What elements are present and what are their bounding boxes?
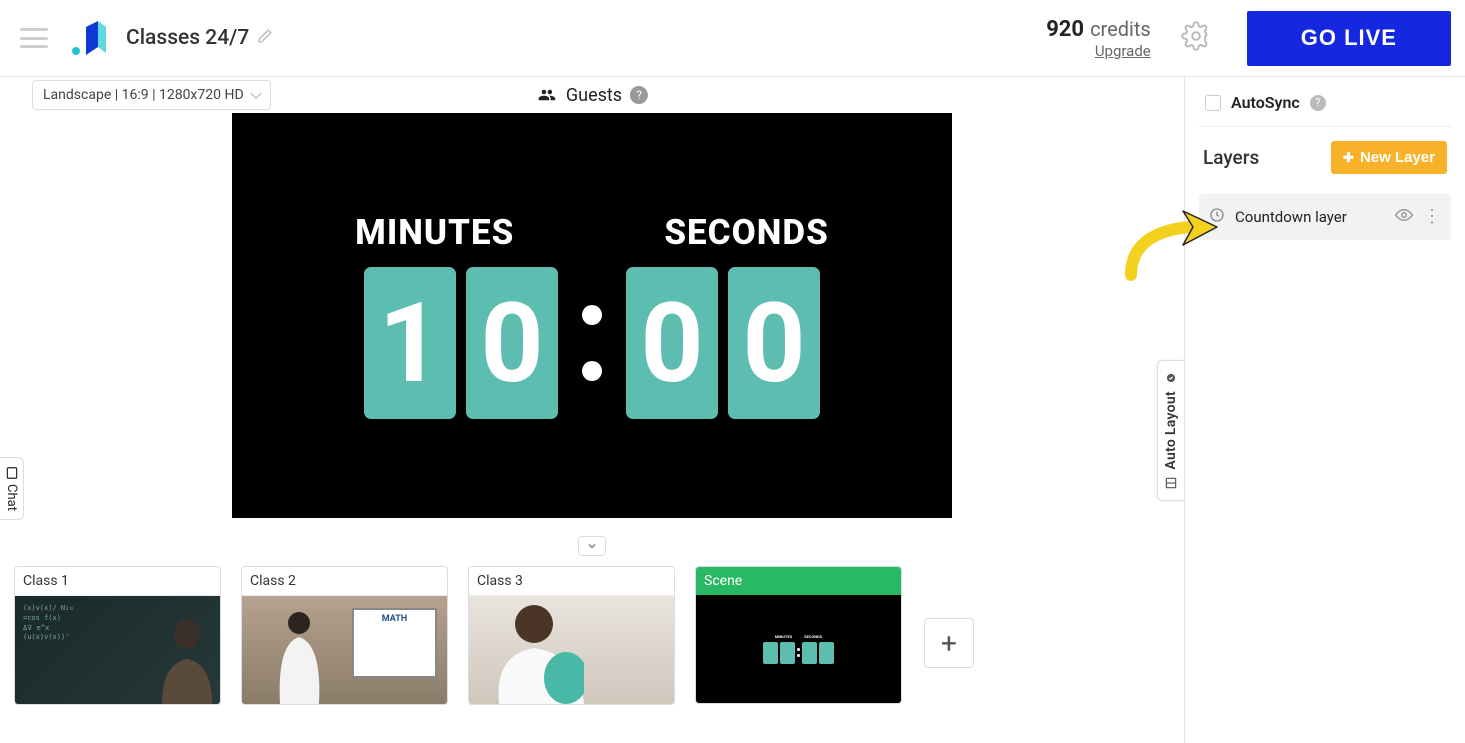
add-scene-button[interactable]: + (924, 618, 974, 668)
right-panel: AutoSync ? Layers ✚ New Layer Countdown … (1184, 77, 1465, 743)
main-area: Landscape | 16:9 | 1280x720 HD Guests ? … (0, 77, 1465, 743)
layer-countdown[interactable]: Countdown layer ⋮ (1199, 194, 1451, 240)
minutes-label: MINUTES (355, 212, 514, 253)
layer-name: Countdown layer (1235, 208, 1347, 226)
editor-topbar: Landscape | 16:9 | 1280x720 HD Guests ? (0, 77, 1184, 113)
chevron-down-icon[interactable] (578, 536, 606, 556)
project-title: Classes 24/7 (126, 26, 249, 50)
scene-thumbnail: (x)v(x)/ N₂₀=cos f(x)Δ⊽ e^x(u(x)v(x))' (15, 596, 220, 704)
autosync-row[interactable]: AutoSync ? (1199, 91, 1451, 127)
new-layer-button[interactable]: ✚ New Layer (1331, 141, 1447, 174)
credits-count: 920 (1046, 17, 1084, 42)
go-live-button[interactable]: GO LIVE (1247, 11, 1451, 66)
plus-icon: ✚ (1343, 150, 1354, 166)
scene-card-scene-active[interactable]: Scene MINUTESSECONDS (695, 566, 902, 704)
credits-label: credits (1090, 17, 1151, 41)
digit-sec-tens: 0 (626, 267, 718, 419)
upgrade-link[interactable]: Upgrade (1046, 42, 1151, 60)
chat-tab[interactable]: Chat (0, 457, 24, 520)
scene-card-class-1[interactable]: Class 1 (x)v(x)/ N₂₀=cos f(x)Δ⊽ e^x(u(x)… (14, 566, 221, 705)
pencil-icon[interactable] (257, 28, 273, 48)
scene-thumbnail: MINUTESSECONDS (696, 595, 901, 703)
guests-button[interactable]: Guests ? (536, 85, 648, 106)
scene-title: Class 2 (242, 567, 447, 596)
countdown-labels: MINUTES SECONDS (355, 212, 829, 253)
colon-icon (582, 305, 602, 381)
eye-icon[interactable] (1395, 206, 1413, 228)
auto-layout-label: Auto Layout (1163, 391, 1179, 470)
guests-label: Guests (566, 85, 622, 106)
clock-icon (1209, 207, 1225, 227)
scene-thumbnail (242, 596, 447, 704)
countdown-digits: 1 0 0 0 (364, 267, 820, 419)
scene-thumbnail (469, 596, 674, 704)
autosync-label: AutoSync (1231, 93, 1300, 112)
autosync-checkbox[interactable] (1205, 95, 1221, 111)
help-icon[interactable]: ? (630, 86, 648, 104)
credits-block: 920 credits Upgrade (1046, 17, 1151, 60)
layers-title: Layers (1203, 146, 1259, 169)
gear-icon[interactable] (1181, 21, 1211, 55)
scene-card-class-2[interactable]: Class 2 (241, 566, 448, 705)
layers-header: Layers ✚ New Layer (1199, 141, 1451, 174)
menu-icon[interactable] (20, 28, 48, 48)
digit-min-ones: 0 (466, 267, 558, 419)
seconds-label: SECONDS (664, 212, 829, 253)
scene-title: Class 3 (469, 567, 674, 596)
preview-canvas[interactable]: MINUTES SECONDS 1 0 0 0 (232, 113, 952, 518)
more-icon[interactable]: ⋮ (1423, 213, 1441, 220)
scene-title: Class 1 (15, 567, 220, 596)
digit-min-tens: 1 (364, 267, 456, 419)
new-layer-label: New Layer (1360, 149, 1435, 166)
help-icon[interactable]: ? (1310, 95, 1326, 111)
editor-column: Landscape | 16:9 | 1280x720 HD Guests ? … (0, 77, 1184, 743)
scene-title: Scene (696, 567, 901, 595)
scenes-list: Class 1 (x)v(x)/ N₂₀=cos f(x)Δ⊽ e^x(u(x)… (0, 566, 1184, 705)
auto-layout-tab[interactable]: Auto Layout (1157, 360, 1184, 501)
scene-card-class-3[interactable]: Class 3 (468, 566, 675, 705)
app-header: Classes 24/7 920 credits Upgrade GO LIVE (0, 0, 1465, 77)
app-logo[interactable] (70, 17, 112, 59)
chat-label: Chat (4, 484, 19, 511)
resolution-select[interactable]: Landscape | 16:9 | 1280x720 HD (32, 80, 271, 110)
digit-sec-ones: 0 (728, 267, 820, 419)
